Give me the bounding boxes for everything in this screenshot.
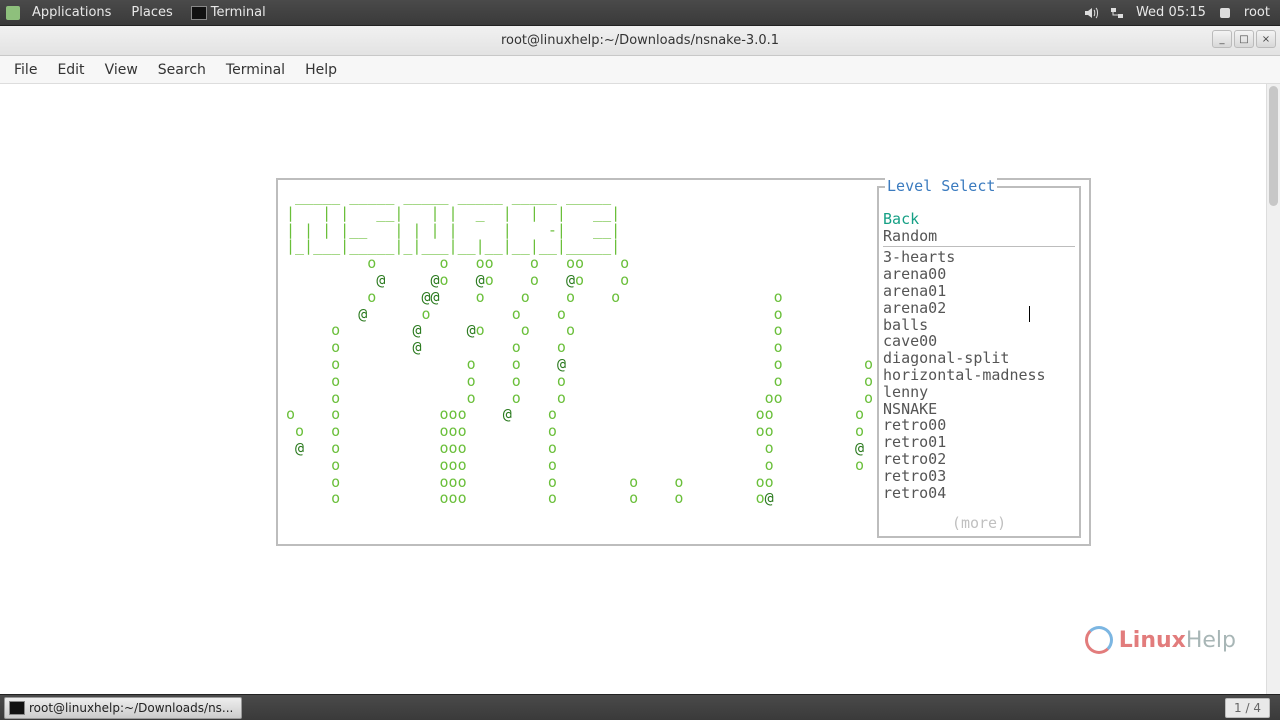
vertical-scrollbar[interactable] — [1266, 84, 1280, 694]
minimize-button[interactable]: _ — [1212, 30, 1232, 48]
text-cursor — [1029, 306, 1030, 322]
level-item[interactable]: retro03 — [883, 468, 1075, 485]
terminal-launcher[interactable]: Terminal — [183, 5, 274, 20]
level-select-title: Level Select — [885, 178, 997, 195]
user-menu[interactable]: root — [1244, 5, 1270, 20]
gnome-bottom-panel: root@linuxhelp:~/Downloads/ns... 1 / 4 — [0, 694, 1280, 720]
level-random[interactable]: Random — [883, 228, 1075, 245]
level-select-panel: Level Select Back Random 3-heartsarena00… — [877, 188, 1081, 538]
level-item[interactable]: retro02 — [883, 451, 1075, 468]
level-more[interactable]: (more) — [883, 515, 1075, 532]
level-item[interactable]: arena01 — [883, 283, 1075, 300]
level-item[interactable]: retro04 — [883, 485, 1075, 502]
scrollbar-thumb[interactable] — [1269, 86, 1278, 206]
watermark-rest: Help — [1186, 628, 1236, 653]
level-back[interactable]: Back — [883, 211, 1075, 228]
user-icon — [1218, 6, 1232, 20]
taskbar-terminal-entry[interactable]: root@linuxhelp:~/Downloads/ns... — [4, 697, 242, 719]
distro-icon — [6, 6, 20, 20]
level-item[interactable]: diagonal-split — [883, 350, 1075, 367]
menu-terminal[interactable]: Terminal — [216, 62, 295, 78]
workspace-pager[interactable]: 1 / 4 — [1225, 698, 1270, 718]
terminal-viewport[interactable]: _____ _____ _____ _____ _____ _____ | | … — [0, 84, 1280, 694]
taskbar-entry-label: root@linuxhelp:~/Downloads/ns... — [29, 701, 233, 715]
level-item[interactable]: horizontal-madness — [883, 367, 1075, 384]
menu-help[interactable]: Help — [295, 62, 347, 78]
level-item[interactable]: retro01 — [883, 434, 1075, 451]
level-item[interactable]: lenny — [883, 384, 1075, 401]
terminal-window: root@linuxhelp:~/Downloads/nsnake-3.0.1 … — [0, 26, 1280, 694]
level-item[interactable]: NSNAKE — [883, 401, 1075, 418]
level-item[interactable]: cave00 — [883, 333, 1075, 350]
terminal-icon — [191, 6, 207, 20]
places-menu[interactable]: Places — [121, 5, 182, 20]
level-item[interactable]: arena02 — [883, 300, 1075, 317]
watermark-accent: Linux — [1119, 628, 1186, 653]
window-title: root@linuxhelp:~/Downloads/nsnake-3.0.1 — [501, 33, 779, 48]
maximize-button[interactable]: □ — [1234, 30, 1254, 48]
watermark-swirl-icon — [1085, 626, 1113, 654]
nsnake-frame: _____ _____ _____ _____ _____ _____ | | … — [276, 178, 1091, 546]
menu-view[interactable]: View — [95, 62, 148, 78]
snake-playfield: o o oo o oo o @ @o @o o @o o o @@ o o o … — [286, 255, 873, 507]
menu-search[interactable]: Search — [148, 62, 216, 78]
volume-icon[interactable] — [1084, 6, 1098, 20]
level-item[interactable]: balls — [883, 317, 1075, 334]
linuxhelp-watermark: LinuxHelp — [1085, 626, 1236, 654]
close-button[interactable]: × — [1256, 30, 1276, 48]
window-titlebar[interactable]: root@linuxhelp:~/Downloads/nsnake-3.0.1 … — [0, 26, 1280, 56]
level-item[interactable]: 3-hearts — [883, 249, 1075, 266]
applications-menu[interactable]: Applications — [22, 5, 121, 20]
clock[interactable]: Wed 05:15 — [1136, 5, 1206, 20]
menu-edit[interactable]: Edit — [47, 62, 94, 78]
nsnake-logo: _____ _____ _____ _____ _____ _____ | | … — [286, 188, 873, 255]
menubar: File Edit View Search Terminal Help — [0, 56, 1280, 84]
terminal-icon — [9, 701, 25, 715]
gnome-top-panel: Applications Places Terminal Wed 05:15 r… — [0, 0, 1280, 26]
level-item[interactable]: arena00 — [883, 266, 1075, 283]
network-icon[interactable] — [1110, 6, 1124, 20]
menu-file[interactable]: File — [4, 62, 47, 78]
level-separator — [883, 246, 1075, 247]
level-item[interactable]: retro00 — [883, 417, 1075, 434]
terminal-launcher-label: Terminal — [211, 5, 266, 20]
